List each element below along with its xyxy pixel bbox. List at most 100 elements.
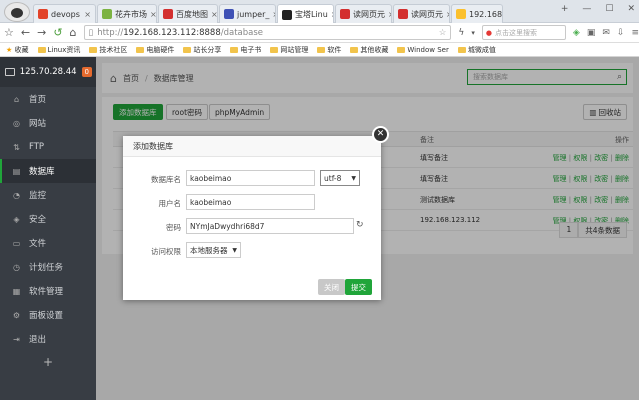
server-icon [5, 68, 15, 76]
address-bar[interactable]: ▯ http://192.168.123.112:8888/database ☆ [83, 25, 452, 40]
notification-badge[interactable]: 0 [81, 67, 92, 77]
access-select[interactable]: 本地服务器 ▼ [186, 242, 241, 258]
browser-tab[interactable]: 读网页元× [393, 4, 450, 23]
close-icon[interactable]: × [272, 10, 275, 19]
browser-tab[interactable]: 花卉市场 × [97, 4, 157, 23]
bookmark-item[interactable]: Window Ser [397, 46, 449, 54]
favicon-icon [224, 9, 234, 19]
folder-icon [457, 46, 466, 53]
new-tab-icon[interactable]: + [561, 4, 569, 14]
folder-icon [230, 46, 239, 53]
close-icon[interactable]: × [446, 10, 449, 19]
sidebar-item[interactable]: ⌂ 首页 [0, 87, 96, 111]
refresh-icon[interactable]: ↻ [356, 220, 364, 230]
bookmarks-bar: ★ 收藏 Linux资讯 技术社区 电脑硬件 站长分享 电子书 网站管理 软件 其他收藏 Win… [0, 43, 639, 57]
sidebar-item[interactable]: ⇥ 退出 [0, 327, 96, 351]
browser-search-input[interactable]: ● 点击这里搜索 [481, 25, 566, 40]
bookmark-item[interactable]: 网站管理 [270, 45, 308, 55]
bookmark-star-icon[interactable]: ☆ [439, 28, 447, 38]
bookmark-item[interactable]: 技术社区 [89, 45, 127, 55]
chevron-down-icon: ▼ [351, 174, 356, 182]
browser-tab[interactable]: 百度地图 × [158, 4, 218, 23]
browser-tab[interactable]: 192.168.× [451, 4, 503, 23]
folder-icon: ▭ [12, 238, 21, 248]
dropdown-icon[interactable]: ▾ [471, 29, 475, 37]
sidebar-item[interactable]: ▭ 文件 [0, 231, 96, 255]
bookmark-item[interactable]: 电脑硬件 [136, 45, 174, 55]
shield-icon[interactable]: ◈ [573, 28, 580, 38]
home-icon[interactable]: ⌂ [70, 26, 77, 39]
bookmark-item[interactable]: 其他收藏 [350, 45, 388, 55]
sidebar-item[interactable]: ▦ 软件管理 [0, 279, 96, 303]
close-icon[interactable]: × [388, 10, 391, 19]
sidebar-item[interactable]: ◎ 网站 [0, 111, 96, 135]
dialog-header: 添加数据库 [123, 136, 381, 157]
star-icon: ★ [6, 45, 13, 54]
browser-tab[interactable]: jumper_× [219, 4, 276, 23]
submit-button[interactable]: 提交 [345, 279, 372, 295]
folder-icon [136, 46, 145, 53]
folder-icon [317, 46, 326, 53]
sidebar-item[interactable]: ⚙ 面板设置 [0, 303, 96, 327]
close-icon[interactable]: × [331, 10, 333, 19]
flash-icon[interactable]: ϟ [458, 28, 464, 38]
back-icon[interactable]: ← [21, 26, 30, 39]
favicon-icon [38, 9, 48, 19]
db-name-field[interactable]: kaobeimao [186, 170, 315, 186]
password-field[interactable]: NYmJaDwydhri68d7 [186, 218, 354, 234]
forward-icon[interactable]: → [37, 26, 46, 39]
sidebar-item[interactable]: ◈ 安全 [0, 207, 96, 231]
charset-select[interactable]: utf-8 ▼ [320, 170, 360, 186]
browser-tab[interactable]: 读网页元× [335, 4, 392, 23]
close-icon[interactable]: ✕ [372, 126, 389, 143]
extension-icon[interactable]: ▣ [587, 28, 596, 38]
bookmark-item[interactable]: 电子书 [230, 45, 261, 55]
folder-icon [350, 46, 359, 53]
home-icon: ⌂ [13, 94, 20, 104]
window-controls: + — ☐ ✕ [561, 4, 635, 14]
bookmark-item[interactable]: 站长分享 [183, 45, 221, 55]
username-field[interactable]: kaobeimao [186, 194, 315, 210]
minimize-icon[interactable]: — [582, 4, 591, 14]
folder-icon [183, 46, 192, 53]
bookmark-item[interactable]: 软件 [317, 45, 341, 55]
browser-tab[interactable]: 宝塔Linu× [277, 4, 334, 24]
database-icon: ▤ [12, 166, 21, 176]
sidebar-item[interactable]: ◷ 计划任务 [0, 255, 96, 279]
sidebar-item[interactable]: ⇅ FTP [0, 135, 96, 159]
browser-navbar: ☆ ← → ↺ ⌂ ▯ http://192.168.123.112:8888/… [0, 23, 639, 43]
dialog-title: 添加数据库 [133, 141, 173, 151]
add-database-dialog: 添加数据库 ✕ 数据库名 kaobeimao utf-8 ▼ 用户名 kaobei… [123, 126, 389, 300]
download-icon[interactable]: ⇩ [617, 28, 625, 38]
mail-icon[interactable]: ✉ [602, 28, 610, 38]
folder-icon [89, 46, 98, 53]
close-icon[interactable]: ✕ [627, 4, 635, 14]
close-button[interactable]: 关闭 [318, 279, 345, 295]
bookmarks-menu[interactable]: ★ 收藏 [6, 45, 29, 55]
settings-icon: ⚙ [12, 310, 21, 320]
browser-tab[interactable]: devops × [33, 4, 96, 23]
close-icon[interactable]: × [84, 10, 91, 19]
sidebar-item[interactable]: ▤ 数据库 [0, 159, 96, 183]
close-icon[interactable]: × [150, 10, 156, 19]
bookmark-item[interactable]: Linux资讯 [37, 45, 80, 55]
globe-icon: ◎ [13, 118, 20, 128]
bookmark-item[interactable]: 城微成值 [457, 45, 496, 55]
shield-icon: ◈ [13, 214, 20, 224]
add-icon[interactable]: + [0, 355, 96, 369]
menu-icon[interactable]: ≡ [631, 28, 639, 38]
browser-tabbar: devops×花卉市场×百度地图×jumper_×宝塔Linu×读网页元×读网页… [0, 0, 639, 24]
logout-icon: ⇥ [13, 334, 20, 344]
menu-star-icon[interactable]: ☆ [4, 26, 14, 39]
user-avatar[interactable] [4, 2, 30, 22]
server-ip: 125.70.28.44 [19, 67, 77, 77]
sidebar-item[interactable]: ◔ 监控 [0, 183, 96, 207]
apps-icon: ▦ [12, 286, 21, 296]
folder-icon [37, 46, 46, 53]
folder-icon [397, 46, 406, 53]
favicon-icon [102, 9, 112, 19]
close-icon[interactable]: × [211, 10, 217, 19]
undo-icon[interactable]: ↺ [53, 26, 62, 39]
maximize-icon[interactable]: ☐ [605, 4, 613, 14]
favicon-icon [163, 9, 173, 19]
